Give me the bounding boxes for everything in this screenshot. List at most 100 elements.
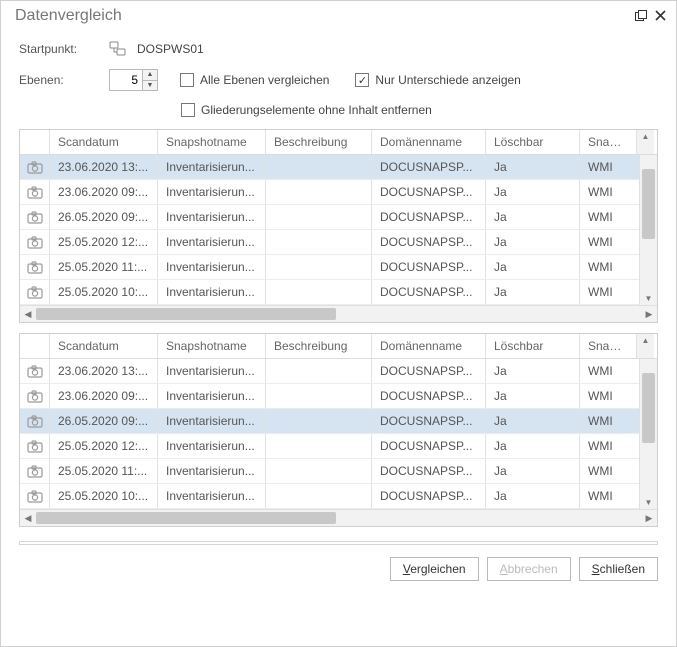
cell-beschreibung: [266, 409, 372, 433]
col-domaenenname[interactable]: Domänenname: [372, 130, 486, 154]
cell-loeschbar: Ja: [486, 359, 580, 383]
cell-loeschbar: Ja: [486, 409, 580, 433]
maximize-icon[interactable]: [635, 8, 647, 24]
col-scandatum[interactable]: Scandatum: [50, 334, 158, 358]
cell-snapshotname: Inventarisierun...: [158, 230, 266, 254]
cell-scandatum: 23.06.2020 09:...: [50, 180, 158, 204]
cell-snapshotname: Inventarisierun...: [158, 459, 266, 483]
col-icon[interactable]: [20, 130, 50, 154]
table-row[interactable]: 23.06.2020 09:...Inventarisierun...DOCUS…: [20, 384, 639, 409]
cell-snapshot-type: WMI: [580, 230, 636, 254]
vscroll[interactable]: ▼: [639, 155, 657, 305]
table-row[interactable]: 23.06.2020 13:...Inventarisierun...DOCUS…: [20, 359, 639, 384]
grid-header: Scandatum Snapshotname Beschreibung Domä…: [20, 130, 657, 155]
checkbox-box: [180, 73, 194, 87]
stepper-down-icon[interactable]: ▼: [143, 80, 157, 91]
table-row[interactable]: 26.05.2020 09:...Inventarisierun...DOCUS…: [20, 205, 639, 230]
hscroll[interactable]: ◀ ▶: [20, 509, 657, 526]
col-scandatum[interactable]: Scandatum: [50, 130, 158, 154]
hscroll-right-icon[interactable]: ▶: [641, 513, 657, 524]
cell-beschreibung: [266, 205, 372, 229]
cell-scandatum: 23.06.2020 13:...: [50, 155, 158, 179]
cell-domaenenname: DOCUSNAPSP...: [372, 155, 486, 179]
col-icon[interactable]: [20, 334, 50, 358]
vscroll[interactable]: ▲: [636, 334, 654, 358]
close-icon[interactable]: [655, 8, 666, 24]
cell-snapshot-type: WMI: [580, 384, 636, 408]
col-loeschbar[interactable]: Löschbar: [486, 130, 580, 154]
camera-icon: [20, 280, 50, 304]
col-loeschbar[interactable]: Löschbar: [486, 334, 580, 358]
hscroll-thumb[interactable]: [36, 512, 336, 524]
cell-beschreibung: [266, 230, 372, 254]
cell-snapshot-type: WMI: [580, 459, 636, 483]
col-snapshotname[interactable]: Snapshotname: [158, 130, 266, 154]
cell-domaenenname: DOCUSNAPSP...: [372, 255, 486, 279]
cell-snapshot-type: WMI: [580, 409, 636, 433]
checkbox-label: Gliederungselemente ohne Inhalt entferne…: [201, 103, 432, 117]
cell-snapshotname: Inventarisierun...: [158, 155, 266, 179]
col-beschreibung[interactable]: Beschreibung: [266, 130, 372, 154]
vscroll-thumb[interactable]: [642, 169, 655, 239]
camera-icon: [20, 484, 50, 508]
table-row[interactable]: 25.05.2020 12:...Inventarisierun...DOCUS…: [20, 434, 639, 459]
vscroll-thumb[interactable]: [642, 373, 655, 443]
checkbox-all-levels[interactable]: Alle Ebenen vergleichen: [180, 73, 329, 87]
checkbox-only-diff[interactable]: ✓ Nur Unterschiede anzeigen: [355, 73, 520, 87]
cell-loeschbar: Ja: [486, 155, 580, 179]
table-row[interactable]: 23.06.2020 13:...Inventarisierun... DOCUS…: [20, 155, 639, 180]
grid-top: Scandatum Snapshotname Beschreibung Domä…: [19, 129, 658, 323]
cell-snapshotname: Inventarisierun...: [158, 484, 266, 508]
grid-header: Scandatum Snapshotname Beschreibung Domä…: [20, 334, 657, 359]
vscroll[interactable]: ▲: [636, 130, 654, 154]
checkbox-box: ✓: [355, 73, 369, 87]
hscroll-thumb[interactable]: [36, 308, 336, 320]
col-snapshot[interactable]: Snapsh: [580, 334, 636, 358]
table-row[interactable]: 25.05.2020 12:...Inventarisierun...DOCUS…: [20, 230, 639, 255]
table-row[interactable]: 25.05.2020 11:...Inventarisierun...DOCUS…: [20, 459, 639, 484]
table-row[interactable]: 25.05.2020 11:...Inventarisierun...DOCUS…: [20, 255, 639, 280]
table-row[interactable]: 25.05.2020 10:...Inventarisierun...DOCUS…: [20, 484, 639, 509]
cell-snapshot-type: WMI: [580, 255, 636, 279]
vscroll[interactable]: ▼: [639, 359, 657, 509]
hscroll[interactable]: ◀ ▶: [20, 305, 657, 322]
hscroll-left-icon[interactable]: ◀: [20, 513, 36, 524]
cell-loeschbar: Ja: [486, 459, 580, 483]
table-row[interactable]: 23.06.2020 09:...Inventarisierun...DOCUS…: [20, 180, 639, 205]
stepper-up-icon[interactable]: ▲: [143, 70, 157, 80]
dialog-content: Startpunkt: DOSPWS01 Ebenen: ▲ ▼: [1, 27, 676, 646]
cell-snapshot-type: WMI: [580, 359, 636, 383]
hscroll-right-icon[interactable]: ▶: [641, 309, 657, 320]
cell-scandatum: 25.05.2020 12:...: [50, 230, 158, 254]
cell-beschreibung: [266, 459, 372, 483]
col-snapshotname[interactable]: Snapshotname: [158, 334, 266, 358]
levels-stepper[interactable]: ▲ ▼: [109, 69, 158, 91]
checkbox-label: Nur Unterschiede anzeigen: [375, 73, 520, 87]
cell-beschreibung: [266, 280, 372, 304]
levels-input[interactable]: [110, 70, 142, 90]
cell-snapshotname: Inventarisierun...: [158, 280, 266, 304]
startpoint-label: Startpunkt:: [19, 42, 109, 56]
table-row[interactable]: 26.05.2020 09:...Inventarisierun...DOCUS…: [20, 409, 639, 434]
cell-snapshotname: Inventarisierun...: [158, 359, 266, 383]
cell-loeschbar: Ja: [486, 280, 580, 304]
col-domaenenname[interactable]: Domänenname: [372, 334, 486, 358]
close-button[interactable]: Schließen: [579, 557, 658, 581]
checkbox-remove-empty[interactable]: Gliederungselemente ohne Inhalt entferne…: [181, 103, 432, 117]
col-snapshot[interactable]: Snapsh: [580, 130, 636, 154]
table-row[interactable]: 25.05.2020 10:...Inventarisierun...DOCUS…: [20, 280, 639, 305]
cell-loeschbar: Ja: [486, 255, 580, 279]
cancel-button[interactable]: Abbrechen: [487, 557, 571, 581]
cell-beschreibung: [266, 384, 372, 408]
col-beschreibung[interactable]: Beschreibung: [266, 334, 372, 358]
cell-scandatum: 26.05.2020 09:...: [50, 205, 158, 229]
compare-button[interactable]: Vergleichen: [390, 557, 479, 581]
dialog-title: Datenvergleich: [15, 7, 627, 25]
options-row: Ebenen: ▲ ▼ Alle Ebenen vergleichen ✓ Nu…: [19, 69, 658, 91]
hscroll-left-icon[interactable]: ◀: [20, 309, 36, 320]
camera-icon: [20, 409, 50, 433]
cell-loeschbar: Ja: [486, 484, 580, 508]
cell-snapshot-type: WMI: [580, 155, 636, 179]
camera-icon: [20, 359, 50, 383]
startpoint-row: Startpunkt: DOSPWS01: [19, 41, 658, 57]
